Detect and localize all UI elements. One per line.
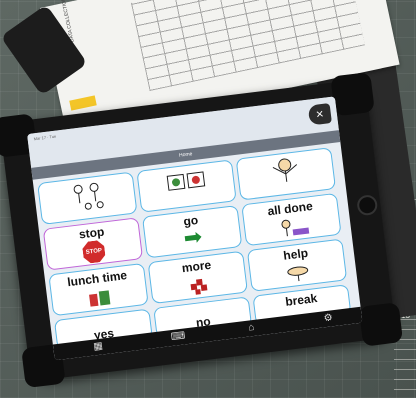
case-bumper	[358, 302, 404, 347]
tile-people[interactable]	[37, 171, 138, 225]
all-done-icon	[281, 219, 310, 237]
case-bumper	[330, 71, 375, 117]
close-button[interactable]: ×	[307, 103, 332, 126]
more-blocks-icon	[190, 278, 208, 295]
tile-stop[interactable]: stop STOP	[42, 217, 144, 271]
tile-all-done[interactable]: all done	[241, 192, 342, 247]
home-button[interactable]	[356, 194, 379, 217]
lunch-icon	[89, 290, 111, 307]
home-icon[interactable]: ⌂	[247, 320, 255, 337]
tablet-case: Mar 17 · Tue × Home stop STOP go ➡ all d…	[0, 71, 404, 389]
tile-cheer[interactable]	[235, 147, 337, 201]
tile-go[interactable]: go ➡	[141, 205, 243, 259]
settings-icon[interactable]: ⚙	[323, 310, 334, 327]
aac-app-screen: Mar 17 · Tue × Home stop STOP go ➡ all d…	[27, 96, 363, 361]
cheer-icon	[272, 158, 298, 182]
keyboard-icon[interactable]: ⌨	[170, 328, 186, 346]
people-icon	[73, 182, 104, 210]
sheet-grid	[130, 0, 365, 92]
status-bar-text: Mar 17 · Tue	[33, 133, 57, 142]
arrow-right-icon: ➡	[182, 223, 204, 251]
food-icon	[166, 171, 206, 191]
grid-icon[interactable]: ▦	[93, 339, 104, 356]
tile-lunch-time[interactable]: lunch time	[48, 262, 149, 317]
tile-food[interactable]	[136, 159, 237, 213]
help-hands-icon	[287, 266, 309, 282]
tile-help[interactable]: help	[246, 238, 348, 292]
stop-sign-icon: STOP	[82, 240, 107, 265]
tile-more[interactable]: more	[147, 250, 248, 305]
